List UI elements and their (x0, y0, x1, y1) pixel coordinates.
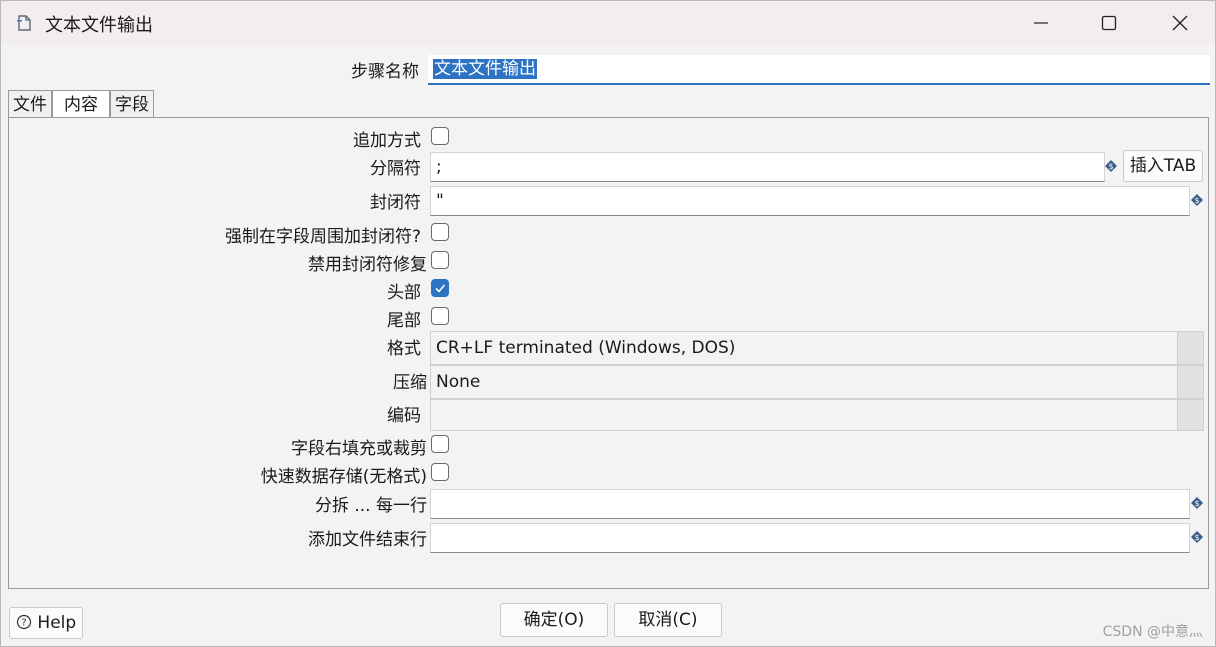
force-enclosure-checkbox[interactable] (431, 223, 449, 241)
content-tab-panel: 追加方式 分隔符 ; $ 插入TAB 封闭符 " $ 强制在字段周围加封闭符? … (8, 117, 1209, 589)
append-checkbox[interactable] (431, 127, 449, 145)
svg-text:$: $ (1194, 196, 1199, 205)
maximize-button[interactable] (1080, 1, 1138, 45)
enclosure-input[interactable]: " (430, 186, 1190, 216)
step-name-label: 步骤名称 (351, 62, 419, 82)
tab-fields[interactable]: 字段 (110, 90, 154, 118)
dropdown-arrow-icon[interactable] (1177, 366, 1203, 398)
help-icon: ? (16, 614, 32, 630)
split-every-input[interactable] (430, 489, 1190, 519)
dropdown-arrow-icon[interactable] (1177, 332, 1203, 364)
tab-file[interactable]: 文件 (8, 90, 52, 118)
encoding-label: 编码 (387, 406, 421, 426)
dropdown-arrow-icon[interactable] (1177, 400, 1203, 430)
end-line-input[interactable] (430, 523, 1190, 553)
cancel-button[interactable]: 取消(C) (614, 603, 722, 637)
svg-text:$: $ (1194, 499, 1199, 508)
minimize-icon (1034, 22, 1048, 24)
format-select[interactable]: CR+LF terminated (Windows, DOS) (430, 331, 1204, 365)
dialog-window: 文本文件输出 步骤名称 文本文件输出 文件 内容 字段 追加方式 分隔符 ; $… (0, 0, 1216, 647)
format-value: CR+LF terminated (Windows, DOS) (436, 338, 736, 358)
ok-button[interactable]: 确定(O) (500, 603, 608, 637)
append-label: 追加方式 (353, 131, 421, 151)
separator-input[interactable]: ; (430, 152, 1105, 182)
variable-icon: $ (1191, 194, 1203, 206)
fast-dump-label: 快速数据存储(无格式) (260, 467, 427, 487)
variable-icon: $ (1191, 497, 1203, 509)
enclosure-label: 封闭符 (370, 193, 421, 213)
window-title: 文本文件输出 (45, 15, 153, 36)
force-enclosure-label: 强制在字段周围加封闭符? (224, 227, 421, 247)
svg-text:?: ? (21, 618, 26, 629)
title-bar: 文本文件输出 (1, 1, 1215, 45)
footer-label: 尾部 (387, 311, 421, 331)
compression-select[interactable]: None (430, 365, 1204, 399)
check-icon (435, 284, 446, 293)
compression-value: None (436, 372, 481, 392)
footer-checkbox[interactable] (431, 307, 449, 325)
pad-checkbox[interactable] (431, 435, 449, 453)
disable-enclosure-fix-label: 禁用封闭符修复 (308, 255, 427, 275)
format-label: 格式 (387, 339, 421, 359)
watermark-text: CSDN @中意灬 (1102, 624, 1203, 640)
close-icon (1172, 15, 1188, 31)
svg-text:$: $ (1194, 533, 1199, 542)
pad-label: 字段右填充或裁剪 (291, 439, 427, 459)
svg-text:$: $ (1108, 162, 1113, 171)
end-line-label: 添加文件结束行 (308, 530, 427, 550)
dialog-content: 步骤名称 文本文件输出 文件 内容 字段 追加方式 分隔符 ; $ 插入TAB … (1, 45, 1215, 646)
encoding-select[interactable] (430, 399, 1204, 431)
help-label: Help (37, 613, 77, 633)
variable-icon: $ (1105, 160, 1117, 172)
minimize-button[interactable] (1012, 1, 1070, 45)
header-checkbox[interactable] (431, 279, 449, 297)
step-name-input[interactable]: 文本文件输出 (428, 55, 1210, 85)
compression-label: 压缩 (393, 373, 427, 393)
document-icon (17, 15, 31, 31)
variable-icon: $ (1191, 531, 1203, 543)
split-every-label: 分拆 ... 每一行 (314, 496, 427, 516)
fast-dump-checkbox[interactable] (431, 463, 449, 481)
insert-tab-button[interactable]: 插入TAB (1123, 150, 1203, 182)
maximize-icon (1101, 15, 1117, 31)
separator-label: 分隔符 (370, 159, 421, 179)
disable-enclosure-fix-checkbox[interactable] (431, 251, 449, 269)
help-button[interactable]: ? Help (9, 607, 83, 639)
close-button[interactable] (1151, 1, 1209, 45)
header-label: 头部 (387, 283, 421, 303)
tab-content[interactable]: 内容 (52, 90, 110, 118)
